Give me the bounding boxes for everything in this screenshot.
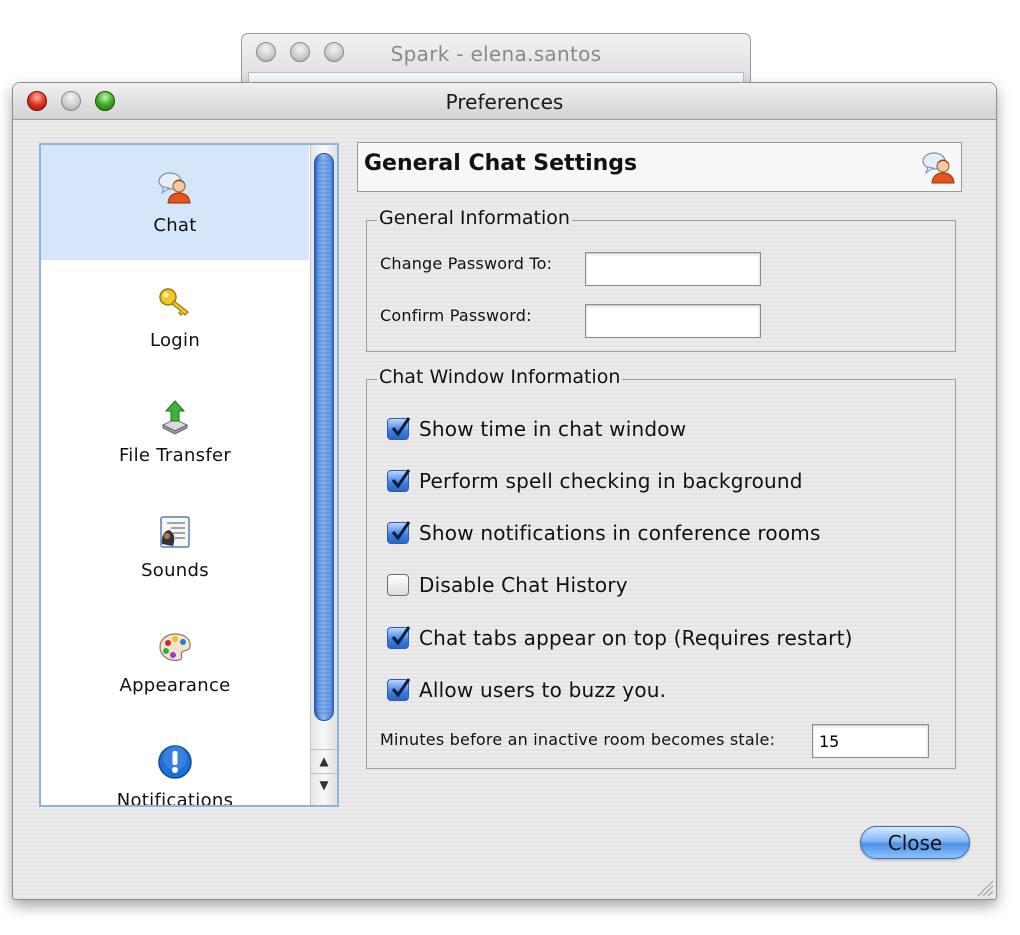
sidebar-item-sounds[interactable]: Sounds	[41, 490, 309, 605]
change-password-label: Change Password To:	[380, 254, 553, 273]
conference-notifications-checkbox[interactable]	[387, 521, 411, 544]
confirm-password-label: Confirm Password:	[380, 306, 532, 325]
panel-title: General Chat Settings	[364, 151, 638, 176]
close-button[interactable]: Close	[860, 826, 970, 859]
sidebar-item-label: Notifications	[116, 790, 234, 807]
stale-minutes-input[interactable]	[812, 724, 929, 758]
general-information-legend: General Information	[377, 207, 572, 229]
disable-history-checkbox[interactable]	[387, 574, 409, 596]
spell-checking-label: Perform spell checking in background	[419, 469, 803, 493]
show-time-label: Show time in chat window	[419, 417, 687, 441]
sidebar-scrollbar[interactable]: ▲ ▼	[310, 145, 337, 805]
preferences-window: Preferences Chat Login File Transfer Sou…	[12, 82, 997, 900]
resize-grip-icon[interactable]	[974, 877, 994, 897]
sidebar-item-notifications[interactable]: Notifications	[41, 720, 309, 807]
conference-notifications-label: Show notifications in conference rooms	[419, 521, 821, 545]
window-title: Preferences	[445, 90, 564, 114]
confirm-password-input[interactable]	[585, 304, 761, 338]
sidebar-item-appearance[interactable]: Appearance	[41, 605, 309, 720]
sidebar-item-label: File Transfer	[118, 445, 232, 466]
sidebar-item-chat[interactable]: Chat	[41, 145, 309, 260]
scroll-down-arrow-icon[interactable]: ▼	[311, 773, 337, 796]
title-bar[interactable]: Preferences	[13, 83, 996, 120]
disable-history-label: Disable Chat History	[419, 573, 628, 597]
sidebar-item-label: Appearance	[119, 675, 231, 696]
change-password-input[interactable]	[585, 252, 761, 286]
chat-user-icon	[922, 152, 955, 184]
exclamation-icon	[158, 745, 192, 779]
tabs-on-top-label: Chat tabs appear on top (Requires restar…	[419, 626, 853, 650]
stale-minutes-label: Minutes before an inactive room becomes …	[380, 730, 776, 749]
allow-buzz-label: Allow users to buzz you.	[419, 678, 667, 702]
tabs-on-top-checkbox[interactable]	[387, 626, 411, 649]
file-transfer-icon	[161, 400, 189, 435]
preferences-sidebar: Chat Login File Transfer Sounds Appearan…	[39, 143, 339, 807]
show-time-checkbox[interactable]	[387, 417, 411, 440]
key-icon	[159, 288, 189, 316]
chat-window-information-legend: Chat Window Information	[377, 366, 623, 388]
spell-checking-checkbox[interactable]	[387, 469, 411, 492]
sidebar-item-label: Sounds	[141, 560, 209, 581]
scrollbar-thumb[interactable]	[314, 153, 334, 721]
bg-window-title: Spark - elena.santos	[390, 42, 602, 66]
scroll-up-arrow-icon[interactable]: ▲	[311, 749, 337, 772]
palette-icon	[159, 633, 191, 661]
chat-user-icon	[158, 172, 191, 204]
sidebar-item-login[interactable]: Login	[41, 260, 309, 375]
sidebar-item-label: Chat	[153, 215, 197, 236]
sidebar-item-label: Login	[149, 330, 201, 351]
allow-buzz-checkbox[interactable]	[387, 678, 411, 701]
sounds-icon	[160, 516, 190, 548]
chat-window-information-group: Chat Window Information Show time in cha…	[366, 366, 956, 769]
panel-header: General Chat Settings	[357, 142, 962, 192]
general-information-group: General Information Change Password To: …	[366, 207, 956, 352]
sidebar-item-file-transfer[interactable]: File Transfer	[41, 375, 309, 490]
